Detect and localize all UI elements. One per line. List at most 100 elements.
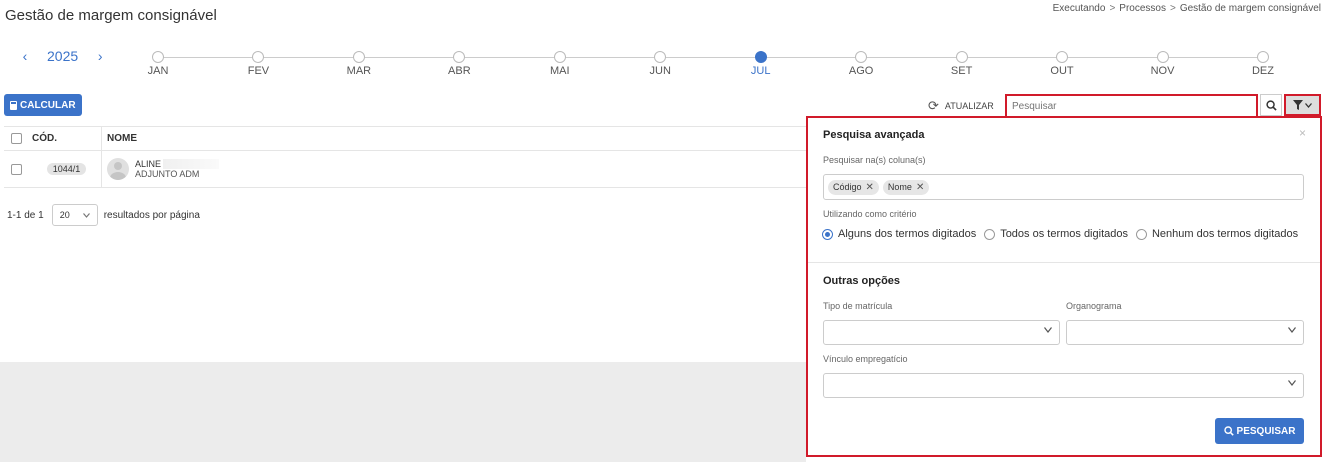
employee-role: ADJUNTO ADM bbox=[135, 169, 200, 179]
column-header-code[interactable]: CÓD. bbox=[28, 127, 102, 150]
radio-circle[interactable] bbox=[1135, 228, 1147, 240]
results-table: CÓD. NOME 1044/1 ALINE ADJUNTO ADM bbox=[4, 126, 806, 188]
month-label: ABR bbox=[448, 65, 471, 77]
search-button[interactable] bbox=[1260, 94, 1282, 116]
month-label: JAN bbox=[147, 65, 169, 77]
year-label: 2025 bbox=[47, 48, 79, 64]
month-dot[interactable] bbox=[955, 51, 968, 63]
search-icon bbox=[1223, 426, 1234, 436]
breadcrumb-separator: > bbox=[1109, 3, 1116, 14]
month-fev[interactable]: FEV bbox=[228, 51, 288, 77]
advanced-search-panel: Pesquisa avançada × Pesquisar na(s) colu… bbox=[806, 116, 1322, 457]
employee-name: ALINE bbox=[135, 159, 162, 169]
month-label: DEZ bbox=[1251, 65, 1274, 77]
month-set[interactable]: SET bbox=[932, 51, 992, 77]
submit-label: PESQUISAR bbox=[1236, 425, 1296, 437]
organograma-select[interactable] bbox=[1066, 320, 1304, 345]
search-icon bbox=[1265, 99, 1277, 111]
month-jul[interactable]: JUL bbox=[731, 51, 791, 77]
chevron-down-icon bbox=[1288, 380, 1296, 386]
month-dot[interactable] bbox=[1056, 51, 1069, 63]
calculator-icon bbox=[10, 100, 17, 110]
table-header: CÓD. NOME bbox=[4, 126, 806, 151]
filter-icon bbox=[1293, 100, 1303, 110]
month-dot[interactable] bbox=[553, 51, 566, 63]
avatar bbox=[107, 158, 129, 180]
month-mar[interactable]: MAR bbox=[329, 51, 389, 77]
month-label: OUT bbox=[1050, 65, 1074, 77]
month-label: MAI bbox=[550, 65, 570, 77]
select-all-checkbox[interactable] bbox=[10, 133, 22, 144]
month-label: JUL bbox=[750, 65, 771, 77]
month-jun[interactable]: JUN bbox=[630, 51, 690, 77]
table-row[interactable]: 1044/1 ALINE ADJUNTO ADM bbox=[4, 151, 806, 188]
tipo-matricula-label: Tipo de matrícula bbox=[823, 301, 893, 311]
refresh-label: ATUALIZAR bbox=[944, 101, 994, 111]
organograma-label: Organograma bbox=[1066, 301, 1122, 311]
chip-label: Nome bbox=[887, 182, 912, 192]
chip-nome: Nome ✕ bbox=[882, 179, 930, 195]
tipo-matricula-select[interactable] bbox=[823, 320, 1060, 345]
radio-label: Alguns dos termos digitados bbox=[838, 228, 977, 240]
advanced-filter-button[interactable] bbox=[1284, 94, 1321, 116]
prev-year-icon[interactable]: ‹ bbox=[18, 48, 32, 64]
column-header-name[interactable]: NOME bbox=[102, 133, 806, 144]
month-label: MAR bbox=[346, 65, 372, 77]
search-field-wrapper bbox=[1005, 94, 1258, 116]
per-page-select[interactable]: 20 bbox=[51, 204, 98, 226]
month-mai[interactable]: MAI bbox=[530, 51, 590, 77]
redacted-surname bbox=[163, 159, 220, 169]
remove-chip-icon[interactable]: ✕ bbox=[866, 182, 874, 193]
month-label: JUN bbox=[649, 65, 671, 77]
columns-chip-field[interactable]: Código ✕ Nome ✕ bbox=[823, 174, 1304, 200]
radio-some-terms[interactable]: Alguns dos termos digitados bbox=[822, 228, 976, 240]
breadcrumb: Executando > Processos > Gestão de marge… bbox=[1053, 3, 1321, 14]
row-checkbox[interactable] bbox=[10, 163, 22, 175]
radio-circle[interactable] bbox=[822, 228, 833, 240]
refresh-button[interactable]: ⟳ ATUALIZAR bbox=[928, 98, 994, 114]
pagination: 1-1 de 1 20 resultados por página bbox=[7, 204, 200, 226]
search-input[interactable] bbox=[1007, 97, 1256, 116]
radio-label: Todos os termos digitados bbox=[1000, 228, 1128, 240]
month-dot[interactable] bbox=[152, 51, 164, 63]
breadcrumb-item-executando[interactable]: Executando bbox=[1053, 3, 1106, 14]
close-icon[interactable]: × bbox=[1299, 126, 1306, 140]
criteria-label: Utilizando como critério bbox=[823, 209, 917, 219]
month-dot[interactable] bbox=[754, 51, 767, 63]
advanced-search-title: Pesquisa avançada bbox=[823, 129, 925, 141]
month-dot[interactable] bbox=[252, 51, 265, 63]
radio-no-terms[interactable]: Nenhum dos termos digitados bbox=[1135, 228, 1299, 240]
code-badge: 1044/1 bbox=[46, 163, 87, 175]
month-timeline-line bbox=[158, 57, 1263, 58]
month-nov[interactable]: NOV bbox=[1133, 51, 1193, 77]
calculate-button[interactable]: CALCULAR bbox=[4, 94, 82, 116]
advanced-search-submit-button[interactable]: PESQUISAR bbox=[1215, 418, 1304, 444]
month-label: AGO bbox=[848, 65, 874, 77]
month-dez[interactable]: DEZ bbox=[1233, 51, 1293, 77]
month-dot[interactable] bbox=[453, 51, 466, 63]
vinculo-select[interactable] bbox=[823, 373, 1304, 398]
month-dot[interactable] bbox=[855, 51, 868, 63]
criteria-radio-group: Alguns dos termos digitados Todos os ter… bbox=[822, 228, 1298, 240]
next-year-icon[interactable]: › bbox=[93, 48, 107, 64]
remove-chip-icon[interactable]: ✕ bbox=[916, 182, 924, 193]
pagination-range: 1-1 de 1 bbox=[7, 209, 44, 221]
month-abr[interactable]: ABR bbox=[429, 51, 489, 77]
month-dot[interactable] bbox=[1256, 51, 1269, 63]
content-footer-area bbox=[0, 362, 806, 462]
breadcrumb-item-processos[interactable]: Processos bbox=[1119, 3, 1166, 14]
radio-label: Nenhum dos termos digitados bbox=[1151, 228, 1299, 240]
vinculo-label: Vínculo empregatício bbox=[823, 354, 908, 364]
radio-all-terms[interactable]: Todos os termos digitados bbox=[984, 228, 1128, 240]
month-out[interactable]: OUT bbox=[1032, 51, 1092, 77]
radio-circle[interactable] bbox=[984, 228, 996, 240]
month-ago[interactable]: AGO bbox=[831, 51, 891, 77]
chevron-down-icon bbox=[82, 212, 90, 218]
month-dot[interactable] bbox=[654, 51, 667, 63]
month-label: FEV bbox=[247, 65, 270, 77]
year-navigator: ‹ 2025 › bbox=[18, 48, 107, 64]
month-jan[interactable]: JAN bbox=[128, 51, 188, 77]
chip-codigo: Código ✕ bbox=[828, 179, 879, 195]
month-dot[interactable] bbox=[1156, 51, 1169, 63]
month-dot[interactable] bbox=[352, 51, 365, 63]
